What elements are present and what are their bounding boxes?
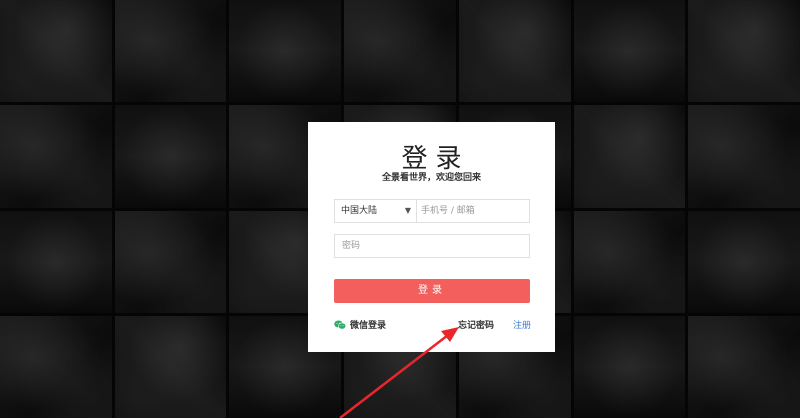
wechat-login-label: 微信登录 (350, 321, 387, 331)
account-field-row: 中国大陆 ▼ (334, 199, 530, 223)
chevron-down-icon: ▼ (404, 206, 411, 215)
region-select-value: 中国大陆 (341, 206, 378, 216)
region-select[interactable]: 中国大陆 ▼ (335, 200, 417, 222)
login-button[interactable]: 登录 (334, 279, 530, 303)
forgot-password-link[interactable]: 忘记密码 (458, 318, 494, 331)
account-input[interactable] (421, 200, 527, 222)
wechat-login-link[interactable]: 微信登录 (334, 318, 386, 331)
register-link[interactable]: 注册 (513, 318, 531, 331)
page-subtitle: 全景看世界，欢迎您回来 (381, 173, 481, 183)
login-options-row: 微信登录 忘记密码 注册 (334, 318, 534, 332)
login-card: 登录 全景看世界，欢迎您回来 中国大陆 ▼ 登录 微信登录 忘记密码 注册 (308, 122, 555, 352)
password-field-row (334, 234, 530, 258)
wechat-icon (334, 320, 346, 329)
password-input[interactable] (342, 235, 522, 257)
